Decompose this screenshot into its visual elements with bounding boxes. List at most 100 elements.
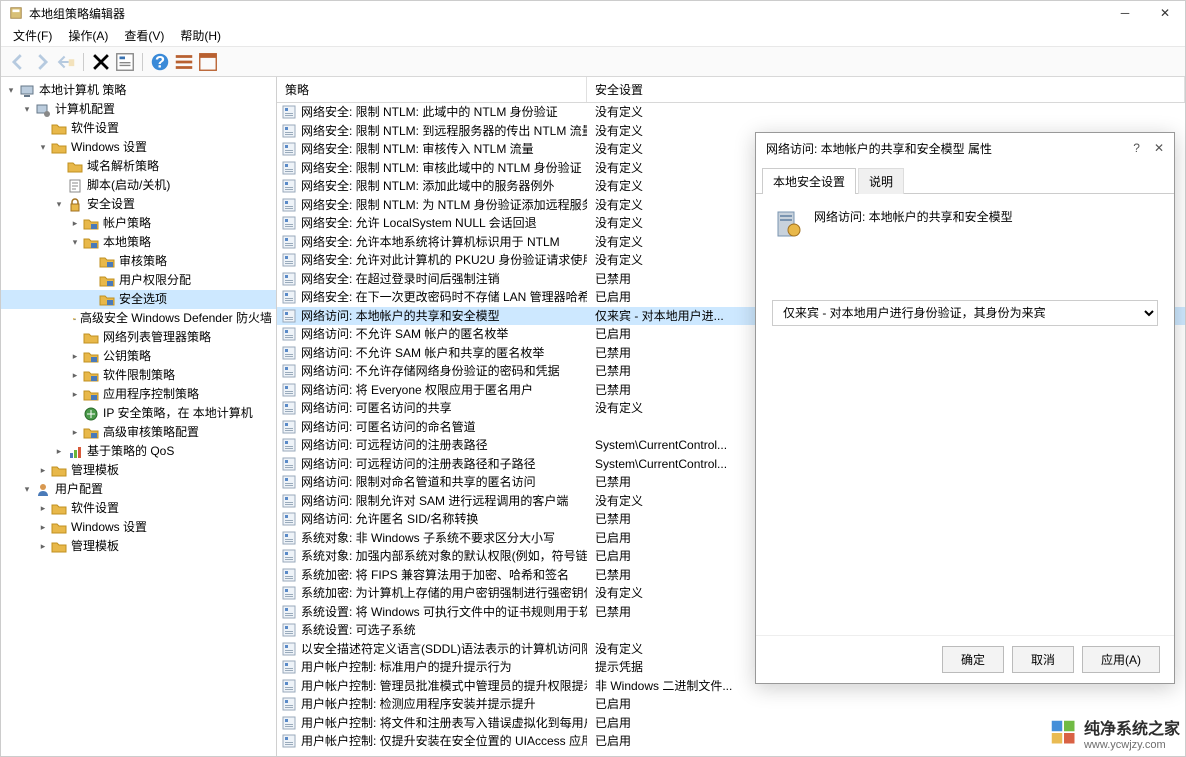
- help-button[interactable]: ?: [149, 51, 171, 73]
- tree-item[interactable]: 脚本(启动/关机): [1, 176, 276, 195]
- tree-item[interactable]: ▾ 用户配置: [1, 480, 276, 499]
- tree-item[interactable]: 审核策略: [1, 252, 276, 271]
- tree-item[interactable]: ▾本地计算机 策略: [1, 81, 276, 100]
- tree-item[interactable]: ▾Windows 设置: [1, 138, 276, 157]
- policy-row[interactable]: 用户帐户控制: 将文件和注册表写入错误虚拟化到每用户位置已启用: [277, 714, 1185, 733]
- tree-label: 用户配置: [55, 481, 103, 498]
- tree-twisty[interactable]: ▾: [37, 139, 49, 156]
- tree-label: 软件设置: [71, 120, 119, 137]
- tree-twisty[interactable]: ▾: [21, 481, 33, 498]
- view-details-button[interactable]: [197, 51, 219, 73]
- policy-icon: [281, 400, 297, 416]
- tree-item[interactable]: ▸ 基于策略的 QoS: [1, 442, 276, 461]
- policy-icon: [281, 733, 297, 749]
- tree-item[interactable]: ▸软件设置: [1, 499, 276, 518]
- policy-row[interactable]: 用户帐户控制: 仅提升安装在安全位置的 UIAccess 应用程序已启用: [277, 732, 1185, 751]
- tree-twisty[interactable]: ▾: [5, 82, 17, 99]
- tree-item[interactable]: ▾安全设置: [1, 195, 276, 214]
- tree-item[interactable]: 高级安全 Windows Defender 防火墙: [1, 309, 276, 328]
- policy-row[interactable]: 网络安全: 限制 NTLM: 此域中的 NTLM 身份验证没有定义: [277, 103, 1185, 122]
- ok-button[interactable]: 确定: [942, 646, 1004, 673]
- folderb-icon: [83, 216, 99, 232]
- watermark-logo: [1050, 719, 1078, 747]
- column-setting[interactable]: 安全设置: [587, 77, 1185, 102]
- security-model-select[interactable]: 仅来宾 - 对本地用户进行身份验证，其身份为来宾: [772, 300, 1158, 326]
- close-button[interactable]: ✕: [1153, 6, 1177, 20]
- menu-file[interactable]: 文件(F): [7, 25, 58, 46]
- tree-item[interactable]: 域名解析策略: [1, 157, 276, 176]
- tree-twisty[interactable]: ▸: [37, 519, 49, 536]
- minimize-button[interactable]: ─: [1113, 6, 1137, 20]
- tree-item[interactable]: ▸帐户策略: [1, 214, 276, 233]
- policy-icon: [281, 271, 297, 287]
- policy-name: 用户帐户控制: 仅提升安装在安全位置的 UIAccess 应用程序: [301, 732, 587, 751]
- properties-button[interactable]: [114, 51, 136, 73]
- back-button[interactable]: [7, 51, 29, 73]
- tree-item[interactable]: ▸应用程序控制策略: [1, 385, 276, 404]
- up-button[interactable]: [55, 51, 77, 73]
- folderb-icon: [83, 235, 99, 251]
- tree-label: IP 安全策略，在 本地计算机: [103, 405, 253, 422]
- forward-button[interactable]: [31, 51, 53, 73]
- dialog-titlebar: 网络访问: 本地帐户的共享和安全模型 属性 ? ✕: [756, 133, 1174, 163]
- folder-icon: [51, 539, 67, 555]
- tree-twisty[interactable]: ▸: [69, 348, 81, 365]
- tree-twisty[interactable]: ▾: [21, 101, 33, 118]
- tree-item[interactable]: 软件设置: [1, 119, 276, 138]
- properties-dialog: 网络访问: 本地帐户的共享和安全模型 属性 ? ✕ 本地安全设置 说明 网络访问…: [755, 132, 1175, 684]
- policy-name: 网络安全: 限制 NTLM: 审核传入 NTLM 流量: [301, 140, 534, 159]
- tree-item[interactable]: ▸管理模板: [1, 537, 276, 556]
- menu-view[interactable]: 查看(V): [118, 25, 170, 46]
- column-policy[interactable]: 策略: [277, 77, 587, 102]
- policy-icon: [281, 641, 297, 657]
- menu-help[interactable]: 帮助(H): [174, 25, 227, 46]
- tree-pane[interactable]: ▾本地计算机 策略▾计算机配置 软件设置▾Windows 设置 域名解析策略 脚…: [1, 77, 277, 756]
- apply-button[interactable]: 应用(A): [1082, 646, 1160, 673]
- tree-twisty[interactable]: ▸: [69, 215, 81, 232]
- tree-twisty[interactable]: ▸: [69, 424, 81, 441]
- tree-item[interactable]: ▸公钥策略: [1, 347, 276, 366]
- tree-label: 基于策略的 QoS: [87, 443, 174, 460]
- tree-item[interactable]: ▸Windows 设置: [1, 518, 276, 537]
- tree-item[interactable]: 安全选项: [1, 290, 276, 309]
- cancel-button[interactable]: 取消: [1012, 646, 1074, 673]
- tree-item[interactable]: ▸软件限制策略: [1, 366, 276, 385]
- policy-name: 网络访问: 可匿名访问的共享: [301, 399, 452, 418]
- tree-item[interactable]: 网络列表管理器策略: [1, 328, 276, 347]
- dialog-help-button[interactable]: ?: [1133, 141, 1140, 155]
- tree-label: 本地策略: [103, 234, 151, 251]
- menu-action[interactable]: 操作(A): [62, 25, 114, 46]
- tree-twisty[interactable]: ▸: [37, 462, 49, 479]
- tree-twisty[interactable]: ▸: [53, 443, 65, 460]
- folderb-icon: [73, 311, 76, 327]
- tab-description[interactable]: 说明: [858, 168, 904, 194]
- tree-label: 安全选项: [119, 291, 167, 308]
- policy-name: 系统加密: 为计算机上存储的用户密钥强制进行强密钥保护: [301, 584, 587, 603]
- delete-button[interactable]: [90, 51, 112, 73]
- tree-item[interactable]: IP 安全策略，在 本地计算机: [1, 404, 276, 423]
- tree-twisty[interactable]: ▸: [69, 367, 81, 384]
- tree-label: 用户权限分配: [119, 272, 191, 289]
- policy-setting: 已启用: [587, 695, 1185, 714]
- policy-icon: [281, 252, 297, 268]
- policy-icon: [281, 160, 297, 176]
- tree-twisty[interactable]: ▸: [37, 500, 49, 517]
- tree-item[interactable]: ▾计算机配置: [1, 100, 276, 119]
- policy-name: 网络安全: 允许本地系统将计算机标识用于 NTLM: [301, 233, 560, 252]
- policy-name: 网络访问: 不允许存储网络身份验证的密码和凭据: [301, 362, 560, 381]
- view-list-button[interactable]: [173, 51, 195, 73]
- dialog-close-button[interactable]: ✕: [1154, 141, 1164, 155]
- policy-name: 网络安全: 在下一次更改密码时不存储 LAN 管理器哈希值: [301, 288, 587, 307]
- policy-row[interactable]: 用户帐户控制: 检测应用程序安装并提示提升已启用: [277, 695, 1185, 714]
- policy-name: 网络访问: 限制允许对 SAM 进行远程调用的客户端: [301, 492, 568, 511]
- tab-local-security[interactable]: 本地安全设置: [762, 168, 856, 194]
- tree-item[interactable]: ▸高级审核策略配置: [1, 423, 276, 442]
- tree-item[interactable]: 用户权限分配: [1, 271, 276, 290]
- folderb-icon: [83, 387, 99, 403]
- tree-twisty[interactable]: ▸: [69, 386, 81, 403]
- tree-twisty[interactable]: ▾: [69, 234, 81, 251]
- tree-item[interactable]: ▸管理模板: [1, 461, 276, 480]
- tree-twisty[interactable]: ▸: [37, 538, 49, 555]
- tree-twisty[interactable]: ▾: [53, 196, 65, 213]
- tree-item[interactable]: ▾ 本地策略: [1, 233, 276, 252]
